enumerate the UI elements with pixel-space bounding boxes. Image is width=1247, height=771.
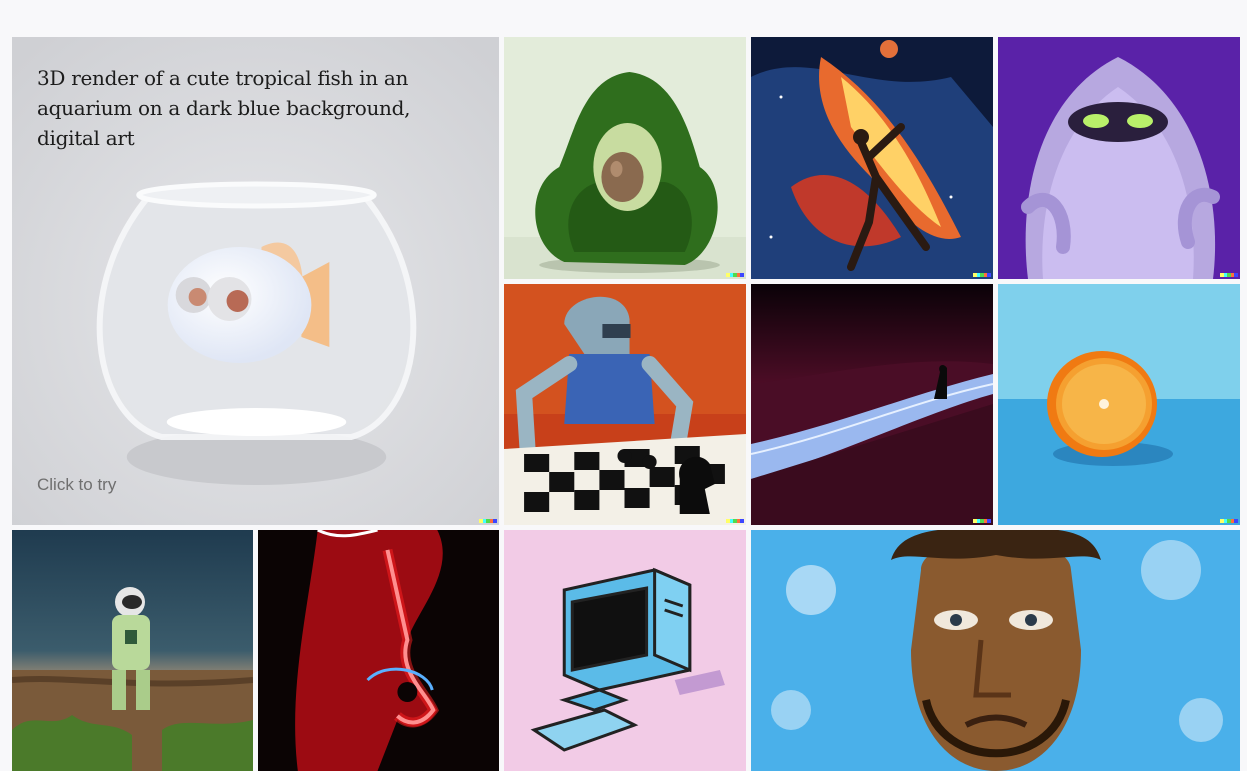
astronaut-image bbox=[12, 530, 253, 771]
example-image-avocado-chair[interactable] bbox=[504, 37, 746, 279]
example-prompt-text: 3D render of a cute tropical fish in an … bbox=[37, 66, 411, 150]
dalle-watermark bbox=[973, 519, 991, 523]
dalle-watermark bbox=[726, 519, 744, 523]
example-image-portrait-painting[interactable] bbox=[751, 530, 1240, 771]
retro-computer-image bbox=[504, 530, 746, 771]
example-image-neon-dunes[interactable] bbox=[751, 284, 993, 525]
example-image-fluffy-monster[interactable] bbox=[998, 37, 1240, 279]
orange-half-image bbox=[998, 284, 1240, 525]
example-image-retro-computer[interactable] bbox=[504, 530, 746, 771]
fluffy-monster-image bbox=[998, 37, 1240, 279]
click-to-try-link[interactable]: Click to try bbox=[37, 475, 116, 495]
example-image-robot-chess[interactable] bbox=[504, 284, 746, 525]
dalle-watermark bbox=[1220, 519, 1238, 523]
dalle-watermark bbox=[726, 273, 744, 277]
dalle-watermark bbox=[479, 519, 497, 523]
dalle-watermark bbox=[1220, 273, 1238, 277]
portrait-painting-image bbox=[751, 530, 1240, 771]
neon-face-image bbox=[258, 530, 499, 771]
example-image-neon-face[interactable] bbox=[258, 530, 499, 771]
example-image-orange[interactable] bbox=[998, 284, 1240, 525]
neon-dunes-image bbox=[751, 284, 993, 525]
space-basketball-image bbox=[751, 37, 993, 279]
dalle-watermark bbox=[973, 273, 991, 277]
robot-chess-image bbox=[504, 284, 746, 525]
featured-example-tile[interactable]: 3D render of a cute tropical fish in an … bbox=[12, 37, 499, 525]
avocado-chair-image bbox=[504, 37, 746, 279]
example-image-space-basketball[interactable] bbox=[751, 37, 993, 279]
example-gallery: 3D render of a cute tropical fish in an … bbox=[12, 37, 1240, 771]
example-image-astronaut[interactable] bbox=[12, 530, 253, 771]
